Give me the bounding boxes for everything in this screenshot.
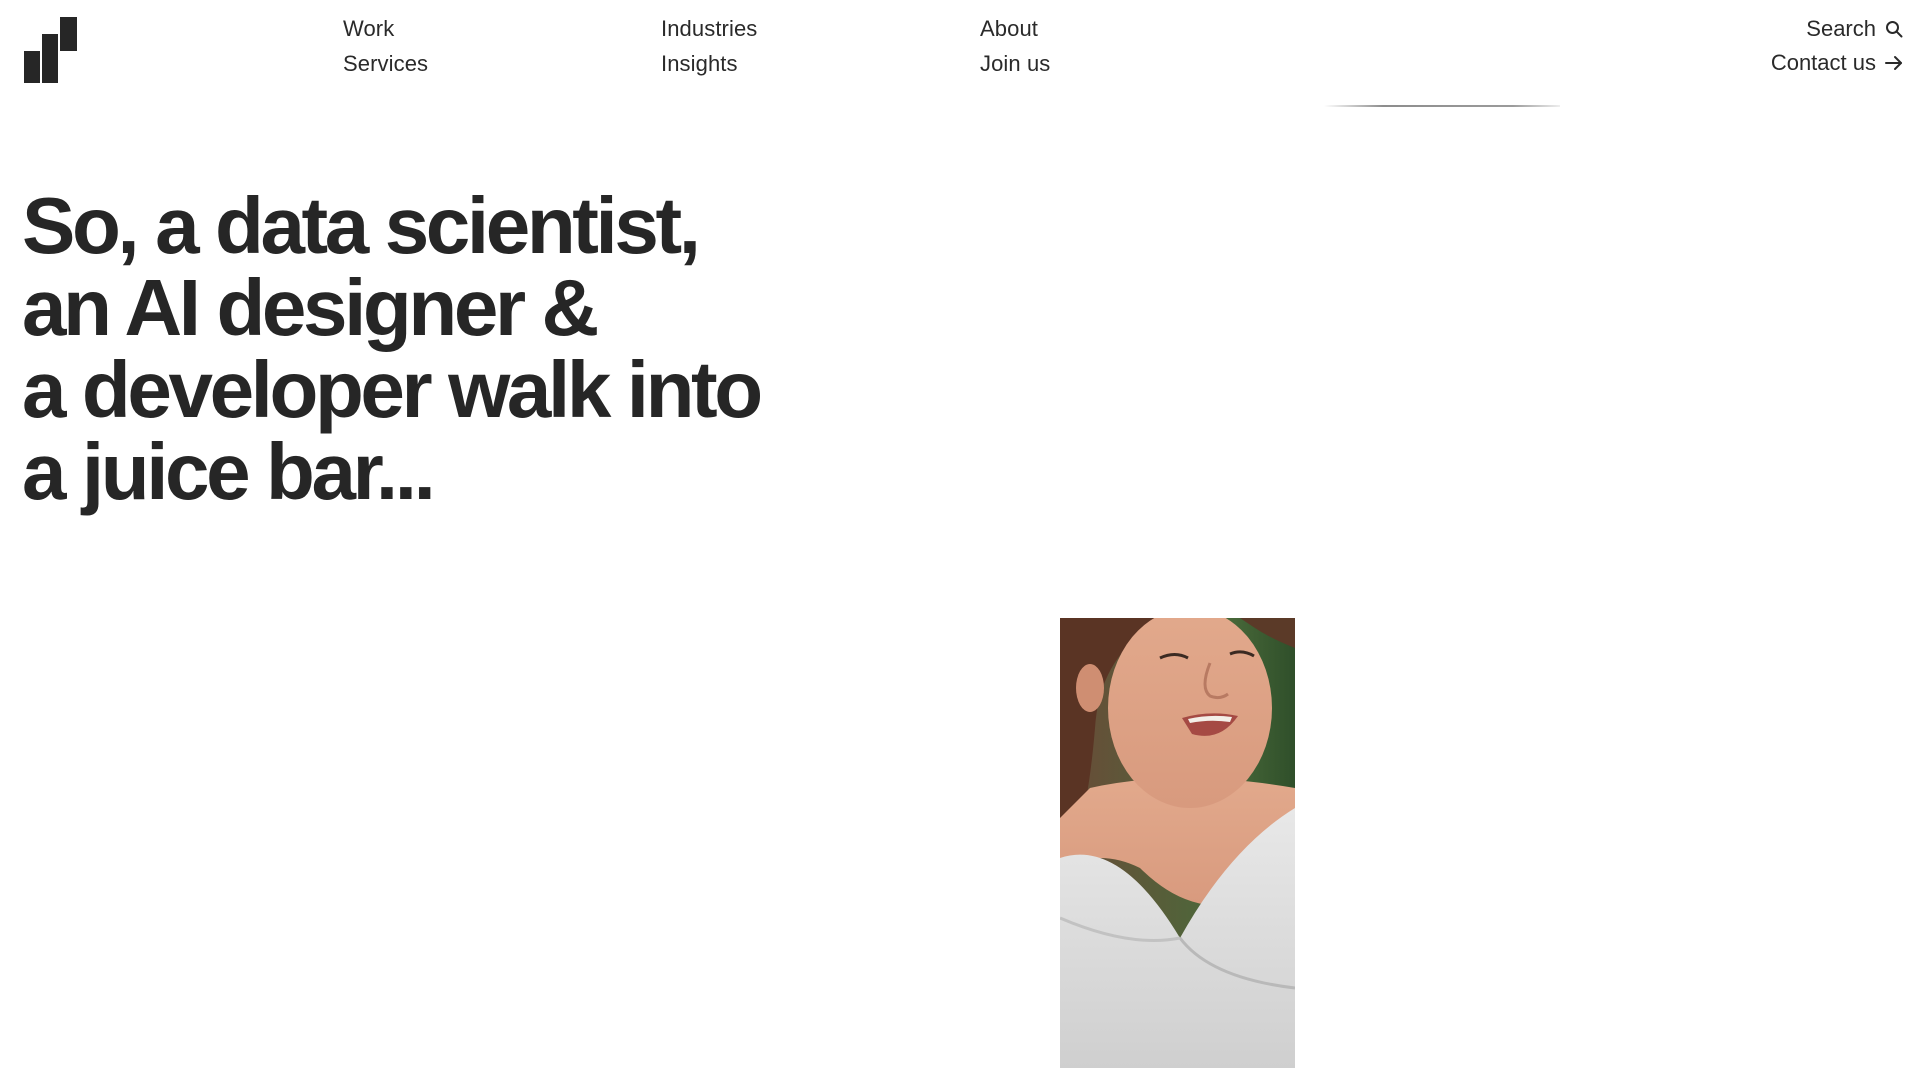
hero-headline-line: an AI designer & — [22, 263, 599, 352]
search-icon — [1884, 19, 1904, 39]
nav-link-work[interactable]: Work — [343, 15, 394, 43]
nav-link-services[interactable]: Services — [343, 50, 428, 78]
search-button[interactable]: Search — [1806, 15, 1904, 43]
video-still-woman-smiling — [1060, 618, 1295, 1068]
search-label: Search — [1806, 16, 1876, 41]
brand-bars-logo-icon — [24, 17, 77, 83]
hero-headline-line: So, a data scientist, — [22, 181, 701, 270]
contact-us-link[interactable]: Contact us — [1771, 49, 1904, 77]
header-divider — [1324, 105, 1560, 107]
hero-headline-line: a developer walk into — [22, 345, 763, 434]
nav-link-join-us[interactable]: Join us — [980, 50, 1050, 78]
nav-link-insights[interactable]: Insights — [661, 50, 738, 78]
site-header: Work Services Industries Insights About … — [0, 0, 1920, 107]
hero-headline-line: a juice bar... — [22, 427, 436, 516]
nav-link-about[interactable]: About — [980, 15, 1038, 43]
hero-headline: So, a data scientist, an AI designer & a… — [22, 185, 922, 513]
brand-logo[interactable] — [24, 17, 77, 83]
nav-link-industries[interactable]: Industries — [661, 15, 757, 43]
contact-us-label: Contact us — [1770, 50, 1876, 75]
hero-video[interactable] — [1060, 618, 1295, 1068]
arrow-right-icon — [1884, 53, 1904, 73]
